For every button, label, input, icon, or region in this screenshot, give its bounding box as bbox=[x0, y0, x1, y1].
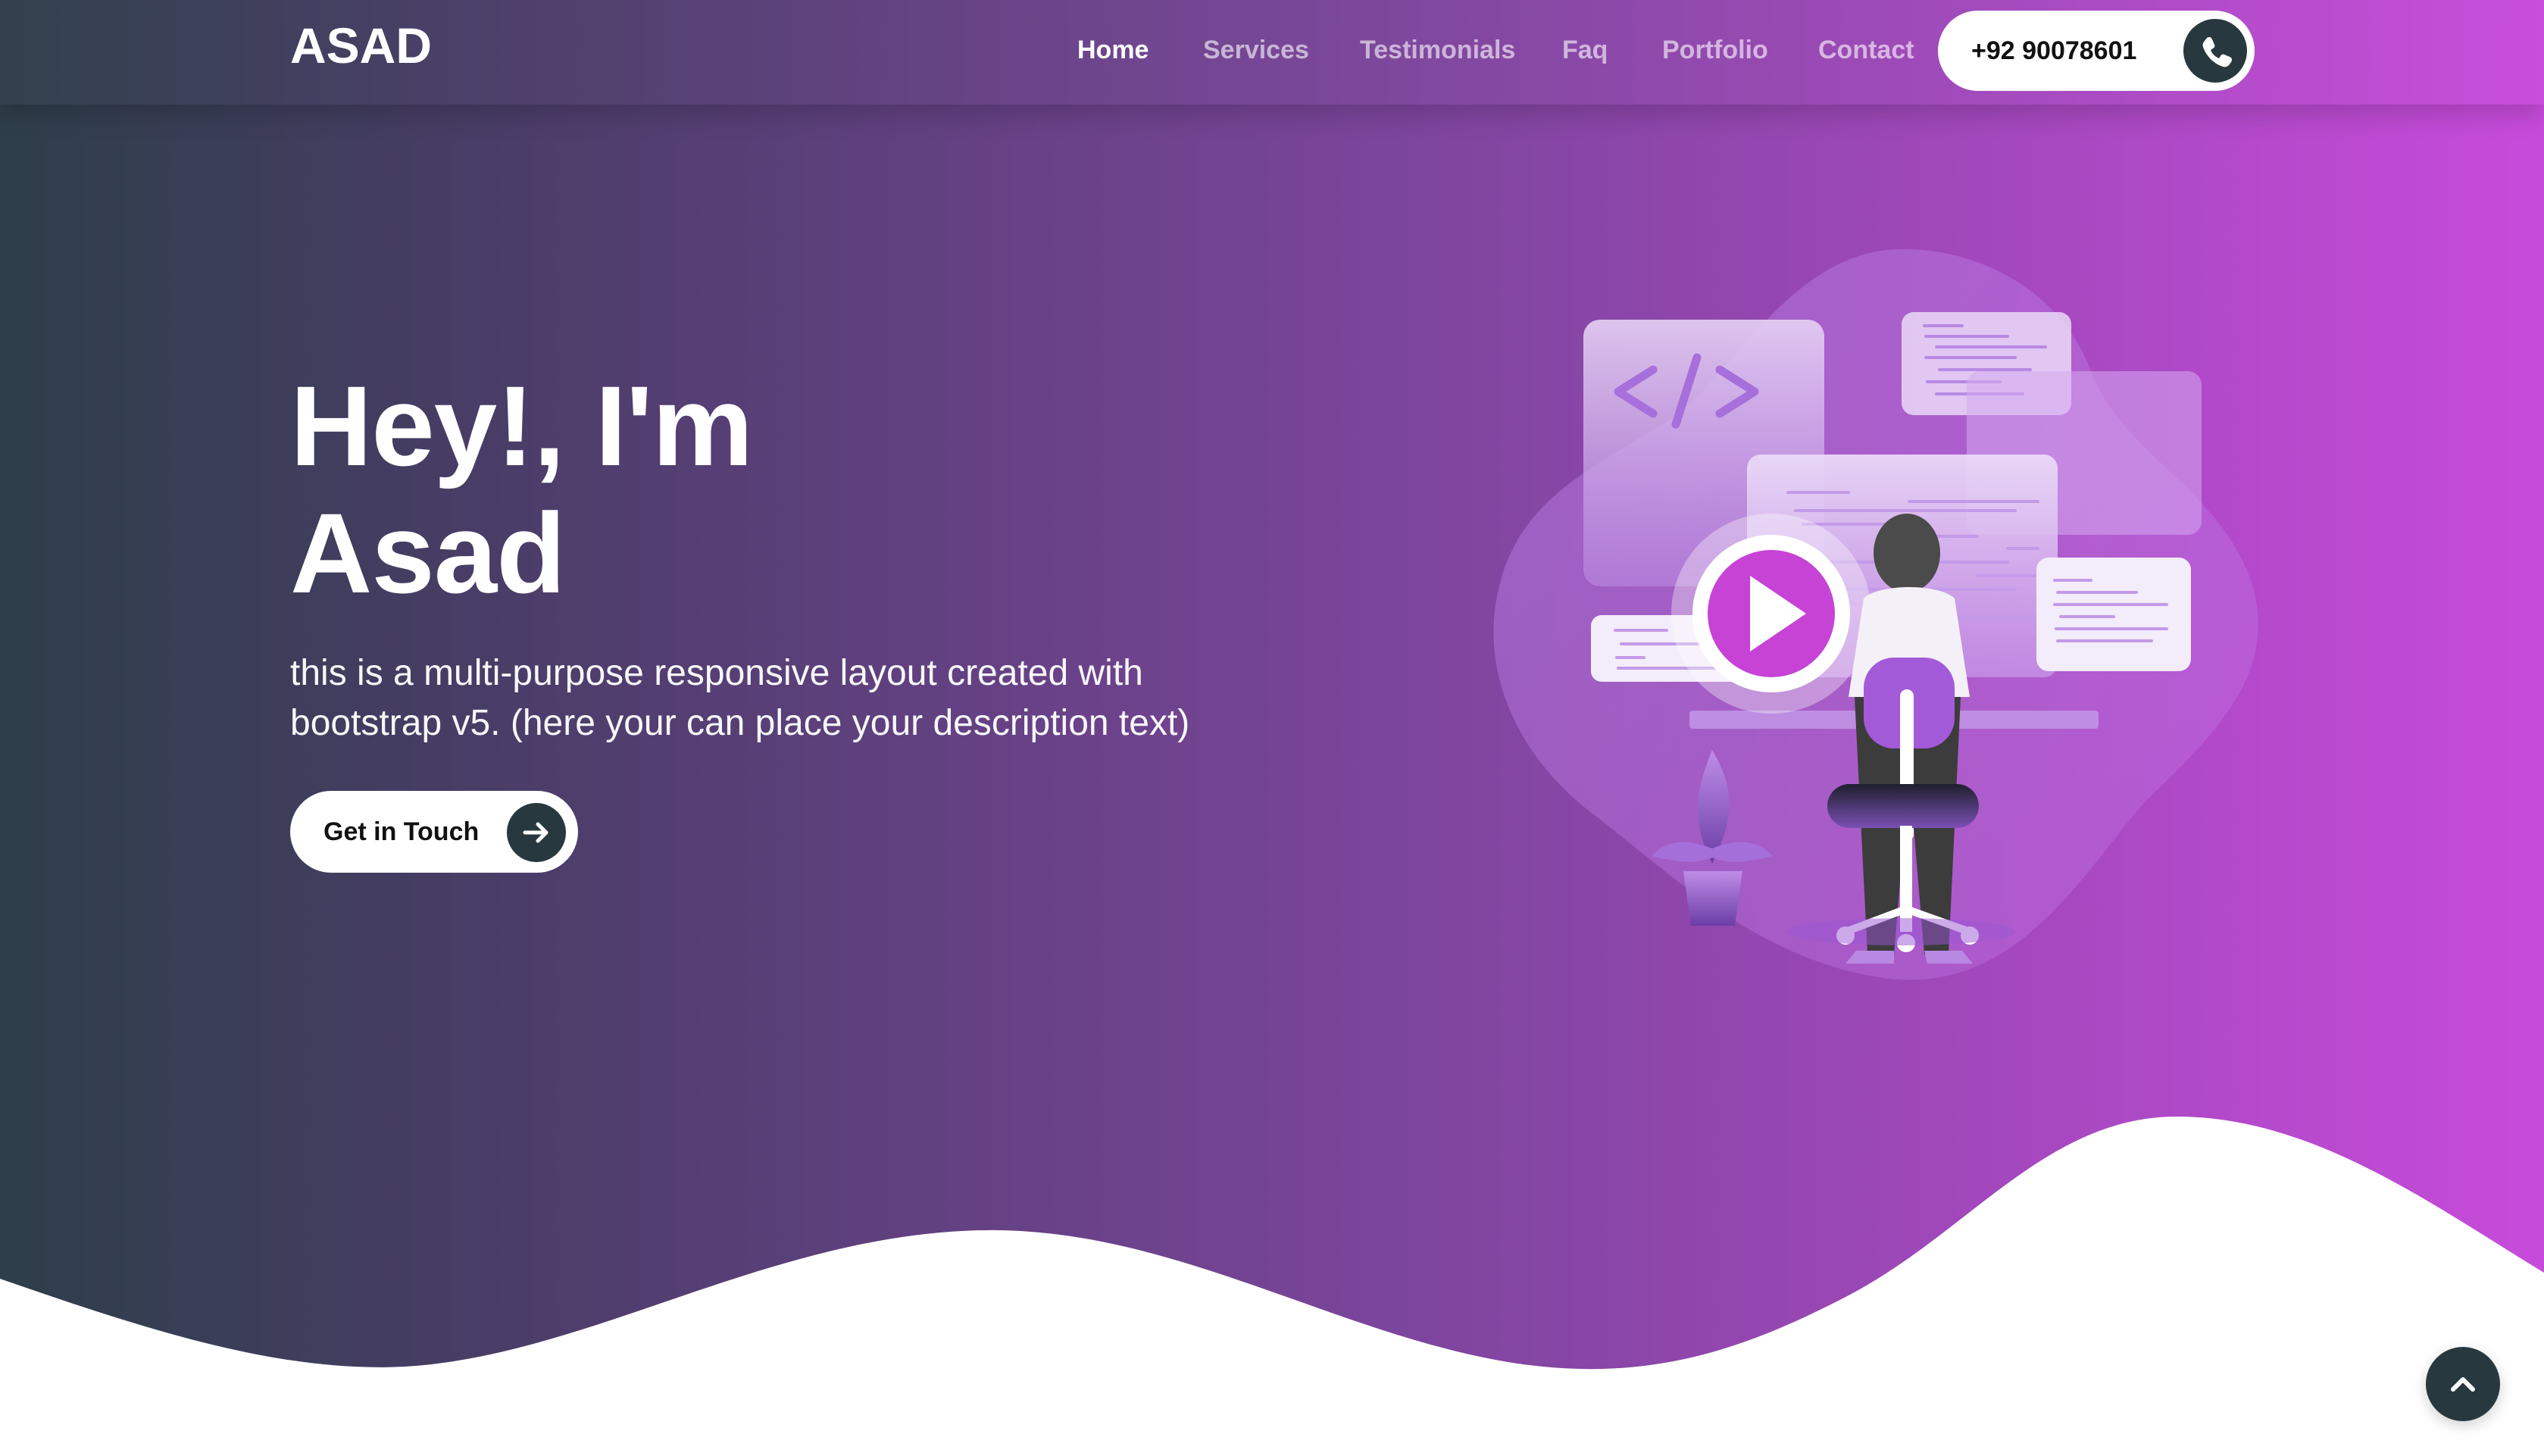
hero-description: this is a multi-purpose responsive layou… bbox=[290, 653, 1190, 743]
scroll-to-top-button[interactable] bbox=[2426, 1347, 2500, 1421]
hero-title-line1: Hey!, I'm bbox=[290, 362, 753, 489]
brand-logo[interactable]: ASAD bbox=[290, 17, 432, 74]
nav-testimonials[interactable]: Testimonials bbox=[1360, 33, 1515, 67]
hero-section: ASAD Home Services Testimonials Faq Port… bbox=[0, 0, 2544, 1456]
phone-button[interactable]: +92 90078601 bbox=[1938, 11, 2255, 91]
hero-title-line2: Asad bbox=[290, 489, 566, 617]
illustration-text-card-right bbox=[2036, 558, 2191, 671]
phone-icon bbox=[2183, 19, 2247, 83]
nav-home[interactable]: Home bbox=[1077, 33, 1149, 67]
cta-label: Get in Touch bbox=[323, 817, 480, 846]
arrow-right-icon bbox=[507, 803, 566, 862]
play-icon bbox=[1671, 514, 1871, 714]
nav-contact[interactable]: Contact bbox=[1818, 33, 1914, 67]
hero-title: Hey!, I'm Asad bbox=[290, 362, 972, 617]
chevron-up-icon bbox=[2426, 1347, 2500, 1421]
get-in-touch-button[interactable]: Get in Touch bbox=[290, 791, 578, 873]
nav-faq[interactable]: Faq bbox=[1562, 33, 1608, 67]
nav-portfolio[interactable]: Portfolio bbox=[1662, 33, 1768, 67]
phone-number: +92 90078601 bbox=[1971, 36, 2137, 65]
bottom-wave bbox=[0, 1116, 2544, 1456]
navbar: ASAD Home Services Testimonials Faq Port… bbox=[0, 0, 2544, 105]
hero-illustration bbox=[1485, 242, 2273, 985]
nav-services[interactable]: Services bbox=[1203, 33, 1309, 67]
